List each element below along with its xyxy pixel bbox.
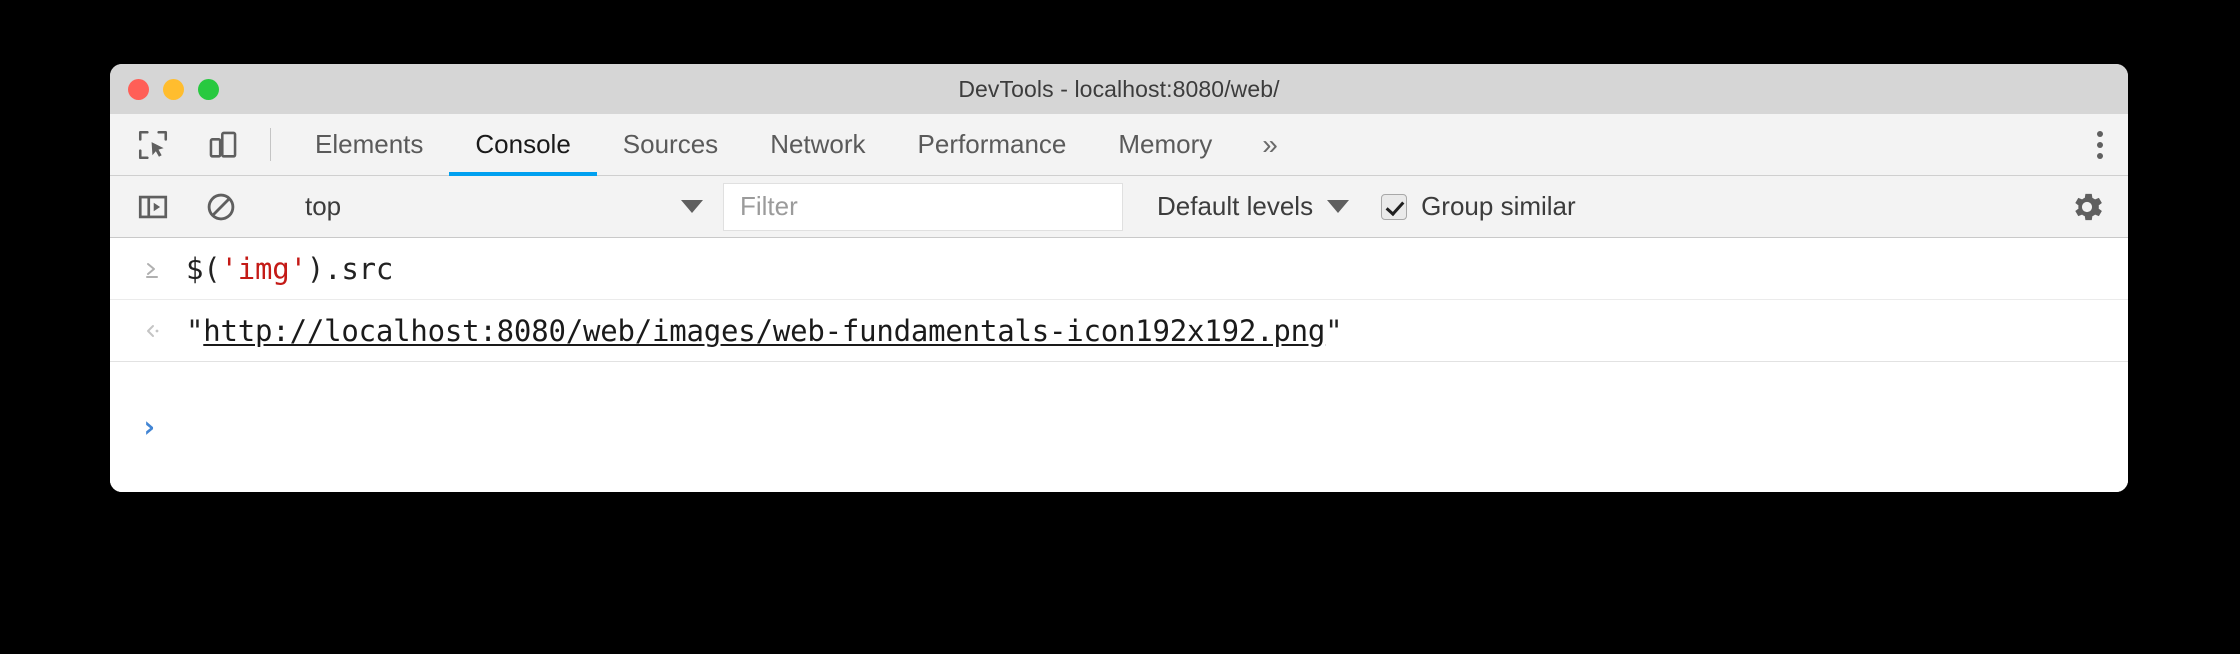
prompt-chevron-icon: ›: [140, 409, 159, 445]
console-sidebar-icon[interactable]: [128, 182, 178, 232]
clear-console-icon[interactable]: [196, 182, 246, 232]
window-title: DevTools - localhost:8080/web/: [958, 75, 1280, 102]
tab-console[interactable]: Console: [449, 114, 598, 176]
tab-label: Memory: [1118, 129, 1213, 159]
devtools-tabbar: Elements Console Sources Network Perform…: [110, 114, 2128, 176]
console-toolbar: top Default levels Group similar: [110, 176, 2128, 238]
result-quote-close: ": [1325, 313, 1343, 348]
result-url-link[interactable]: http://localhost:8080/web/images/web-fun…: [203, 314, 1325, 348]
tab-label: Elements: [315, 129, 424, 159]
minimize-window-button[interactable]: [163, 78, 184, 100]
log-levels-label: Default levels: [1157, 191, 1314, 221]
execution-context-value: top: [305, 191, 342, 221]
tabbar-right-group: [2031, 114, 2128, 175]
chevron-down-icon: [1327, 200, 1350, 213]
tab-performance[interactable]: Performance: [892, 114, 1093, 175]
tab-label: Performance: [917, 129, 1067, 159]
result-quote-open: ": [186, 313, 204, 348]
tab-memory[interactable]: Memory: [1092, 114, 1238, 175]
more-tabs-icon[interactable]: »: [1238, 114, 1302, 175]
console-prompt-input[interactable]: [186, 409, 2128, 445]
tab-elements[interactable]: Elements: [289, 114, 449, 175]
console-result-text: "http://localhost:8080/web/images/web-fu…: [186, 313, 1343, 348]
zoom-window-button[interactable]: [198, 78, 219, 100]
tabbar-icon-group: [110, 114, 248, 175]
console-prompt-row[interactable]: ›: [110, 362, 2128, 492]
tab-label: Network: [770, 129, 866, 159]
chevron-down-icon: [681, 200, 703, 213]
console-input-message: $('img').src: [110, 238, 2128, 300]
input-part-property: ).src: [306, 251, 394, 286]
execution-context-selector[interactable]: top: [287, 185, 717, 229]
traffic-light-group: [128, 64, 219, 114]
result-arrow-icon: [140, 319, 186, 343]
console-result-message: "http://localhost:8080/web/images/web-fu…: [110, 300, 2128, 362]
tab-label: Console: [475, 129, 571, 159]
console-filter-input[interactable]: [723, 182, 1123, 231]
group-similar-label: Group similar: [1421, 191, 1576, 221]
main-menu-icon[interactable]: [2072, 117, 2128, 173]
device-toolbar-icon[interactable]: [198, 120, 248, 170]
input-part-call: $(: [186, 251, 221, 286]
console-input-text: $('img').src: [186, 252, 393, 286]
inspect-element-icon[interactable]: [128, 120, 178, 170]
devtools-window: DevTools - localhost:8080/web/ Elements …: [110, 64, 2128, 492]
tab-sources[interactable]: Sources: [597, 114, 744, 175]
close-window-button[interactable]: [128, 78, 149, 100]
tab-network[interactable]: Network: [744, 114, 891, 175]
window-titlebar: DevTools - localhost:8080/web/: [110, 64, 2128, 114]
panel-tabs: Elements Console Sources Network Perform…: [289, 114, 2031, 176]
input-arrow-icon: [140, 257, 186, 281]
group-similar-checkbox[interactable]: [1381, 193, 1408, 220]
input-part-string: 'img': [220, 251, 308, 286]
settings-gear-icon[interactable]: [2068, 188, 2106, 226]
console-message-list: $('img').src "http://localhost:8080/web/…: [110, 238, 2128, 492]
tabbar-divider: [270, 128, 271, 161]
tab-label: Sources: [622, 129, 719, 159]
group-similar-toggle[interactable]: Group similar: [1381, 191, 1576, 222]
log-levels-selector[interactable]: Default levels: [1157, 191, 1350, 222]
